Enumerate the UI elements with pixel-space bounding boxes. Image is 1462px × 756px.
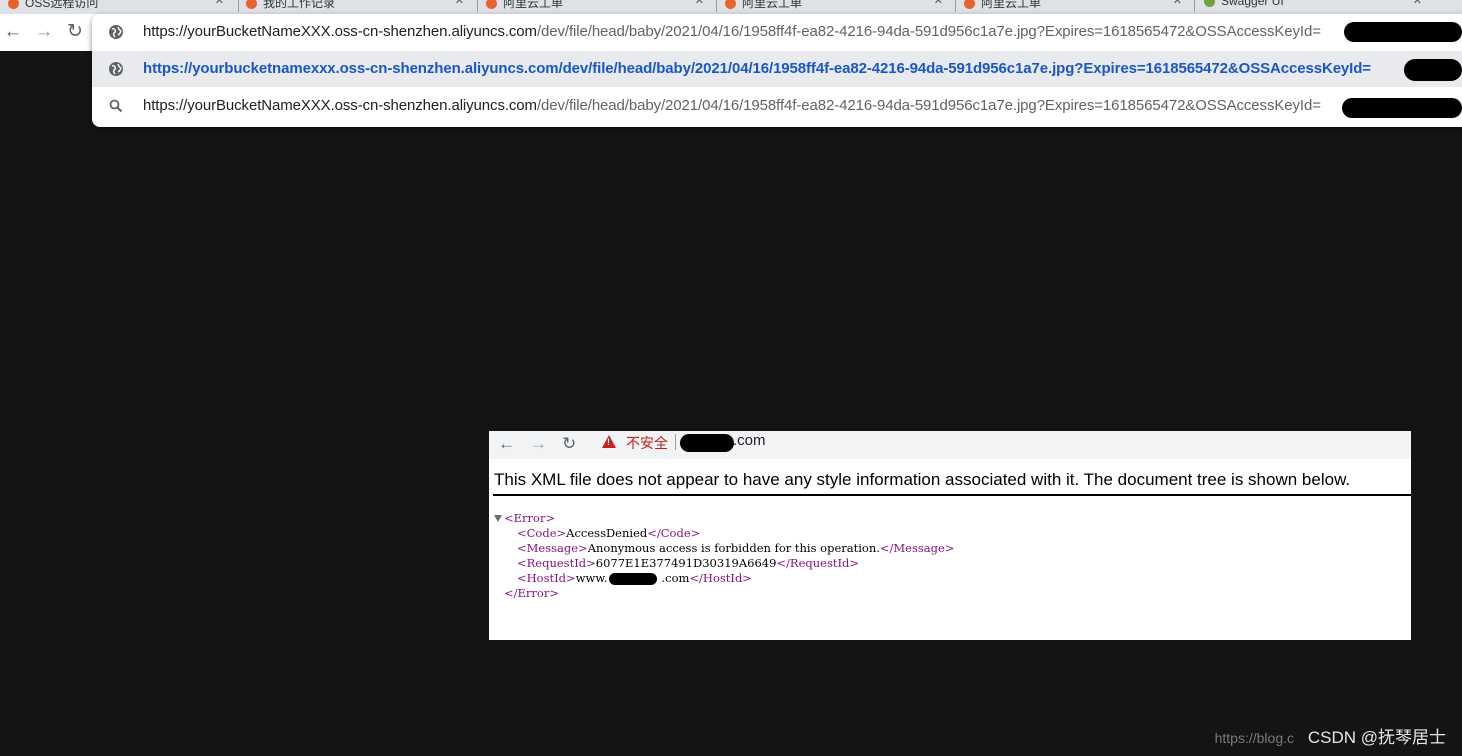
omnibox-input-row[interactable]: https://yourBucketNameXXX.oss-cn-shenzhe…	[92, 14, 1462, 50]
tab-divider	[955, 0, 956, 12]
redaction-mark	[680, 434, 734, 452]
tab-strip: OSS远程访问 ✕ 我的工作记录 ✕ 阿里云工单 ✕ 阿里云工单 ✕ 阿里云工单…	[0, 0, 1462, 14]
globe-icon	[109, 62, 123, 76]
suggestion-url: https://yourbucketnamexxx.oss-cn-shenzhe…	[143, 60, 1371, 77]
tab-label: 阿里云工单	[742, 0, 803, 10]
collapse-triangle-icon[interactable]	[494, 515, 502, 522]
xml-error-open: <Error>	[504, 511, 556, 525]
reload-button[interactable]: ↻	[562, 432, 576, 456]
redaction-mark	[1342, 98, 1462, 118]
watermark-label: CSDN @抚琴居士	[1307, 728, 1446, 747]
inner-toolbar: ← → ↻ 不安全 .com	[489, 431, 1411, 459]
csdn-icon	[486, 0, 497, 10]
tab-divider	[716, 0, 717, 12]
reload-button[interactable]: ↻	[62, 19, 88, 45]
tab-label: OSS远程访问	[25, 0, 99, 10]
address-bar-url[interactable]: .com	[733, 432, 766, 449]
close-icon[interactable]: ✕	[215, 0, 224, 7]
tab-4[interactable]: 阿里云工单 ✕	[725, 0, 947, 12]
warning-icon	[602, 435, 616, 448]
inner-browser-screenshot: ← → ↻ 不安全 .com This XML file does not ap…	[489, 431, 1411, 640]
tab-divider	[477, 0, 478, 12]
redaction-mark	[609, 573, 658, 585]
redaction-mark	[1344, 22, 1462, 42]
tab-label: Swagger UI	[1221, 0, 1284, 8]
back-button[interactable]: ←	[498, 432, 515, 456]
divider	[675, 434, 676, 450]
tab-label: 我的工作记录	[263, 0, 336, 10]
tab-divider	[238, 0, 239, 12]
close-icon[interactable]: ✕	[695, 0, 704, 7]
xml-hostid-line: <HostId>www. .com</HostId>	[517, 571, 752, 585]
omnibox-suggestion[interactable]: https://yourBucketNameXXX.oss-cn-shenzhe…	[92, 88, 1462, 124]
csdn-icon	[725, 0, 736, 10]
tab-label: 阿里云工单	[503, 0, 564, 10]
forward-button[interactable]: →	[530, 432, 547, 456]
xml-code-line: <Code>AccessDenied</Code>	[517, 526, 701, 540]
forward-button[interactable]: →	[31, 19, 57, 45]
security-label: 不安全	[626, 435, 668, 451]
watermark-url: https://blog.c	[1214, 730, 1294, 746]
tab-2[interactable]: 我的工作记录 ✕	[246, 0, 468, 12]
tab-6[interactable]: Swagger UI ✕	[1204, 0, 1426, 12]
suggestion-url: https://yourBucketNameXXX.oss-cn-shenzhe…	[143, 97, 1321, 114]
close-icon[interactable]: ✕	[934, 0, 943, 7]
omnibox-dropdown: https://yourBucketNameXXX.oss-cn-shenzhe…	[92, 14, 1462, 127]
omnibox-suggestion[interactable]: https://yourbucketnamexxx.oss-cn-shenzhe…	[92, 51, 1462, 87]
tab-3[interactable]: 阿里云工单 ✕	[486, 0, 708, 12]
close-icon[interactable]: ✕	[455, 0, 464, 7]
swagger-icon	[1204, 0, 1215, 8]
divider	[493, 494, 1411, 496]
csdn-icon	[246, 0, 257, 10]
xml-requestid-line: <RequestId>6077E1E377491D30319A6649</Req…	[517, 556, 860, 570]
xml-message-line: <Message>Anonymous access is forbidden f…	[517, 541, 955, 555]
close-icon[interactable]: ✕	[1413, 0, 1422, 7]
back-button[interactable]: ←	[0, 19, 26, 45]
globe-icon	[109, 25, 123, 39]
close-icon[interactable]: ✕	[1173, 0, 1182, 7]
csdn-icon	[964, 0, 975, 10]
xml-style-notice: This XML file does not appear to have an…	[494, 470, 1351, 489]
tab-5[interactable]: 阿里云工单 ✕	[964, 0, 1186, 12]
omnibox-url[interactable]: https://yourBucketNameXXX.oss-cn-shenzhe…	[143, 23, 1321, 40]
tab-divider	[1194, 0, 1195, 12]
tab-1[interactable]: OSS远程访问 ✕	[8, 0, 228, 12]
tab-label: 阿里云工单	[981, 0, 1042, 10]
search-icon	[109, 99, 123, 113]
xml-error-close: </Error>	[504, 586, 559, 600]
redaction-mark	[1404, 59, 1462, 81]
csdn-icon	[8, 0, 19, 10]
